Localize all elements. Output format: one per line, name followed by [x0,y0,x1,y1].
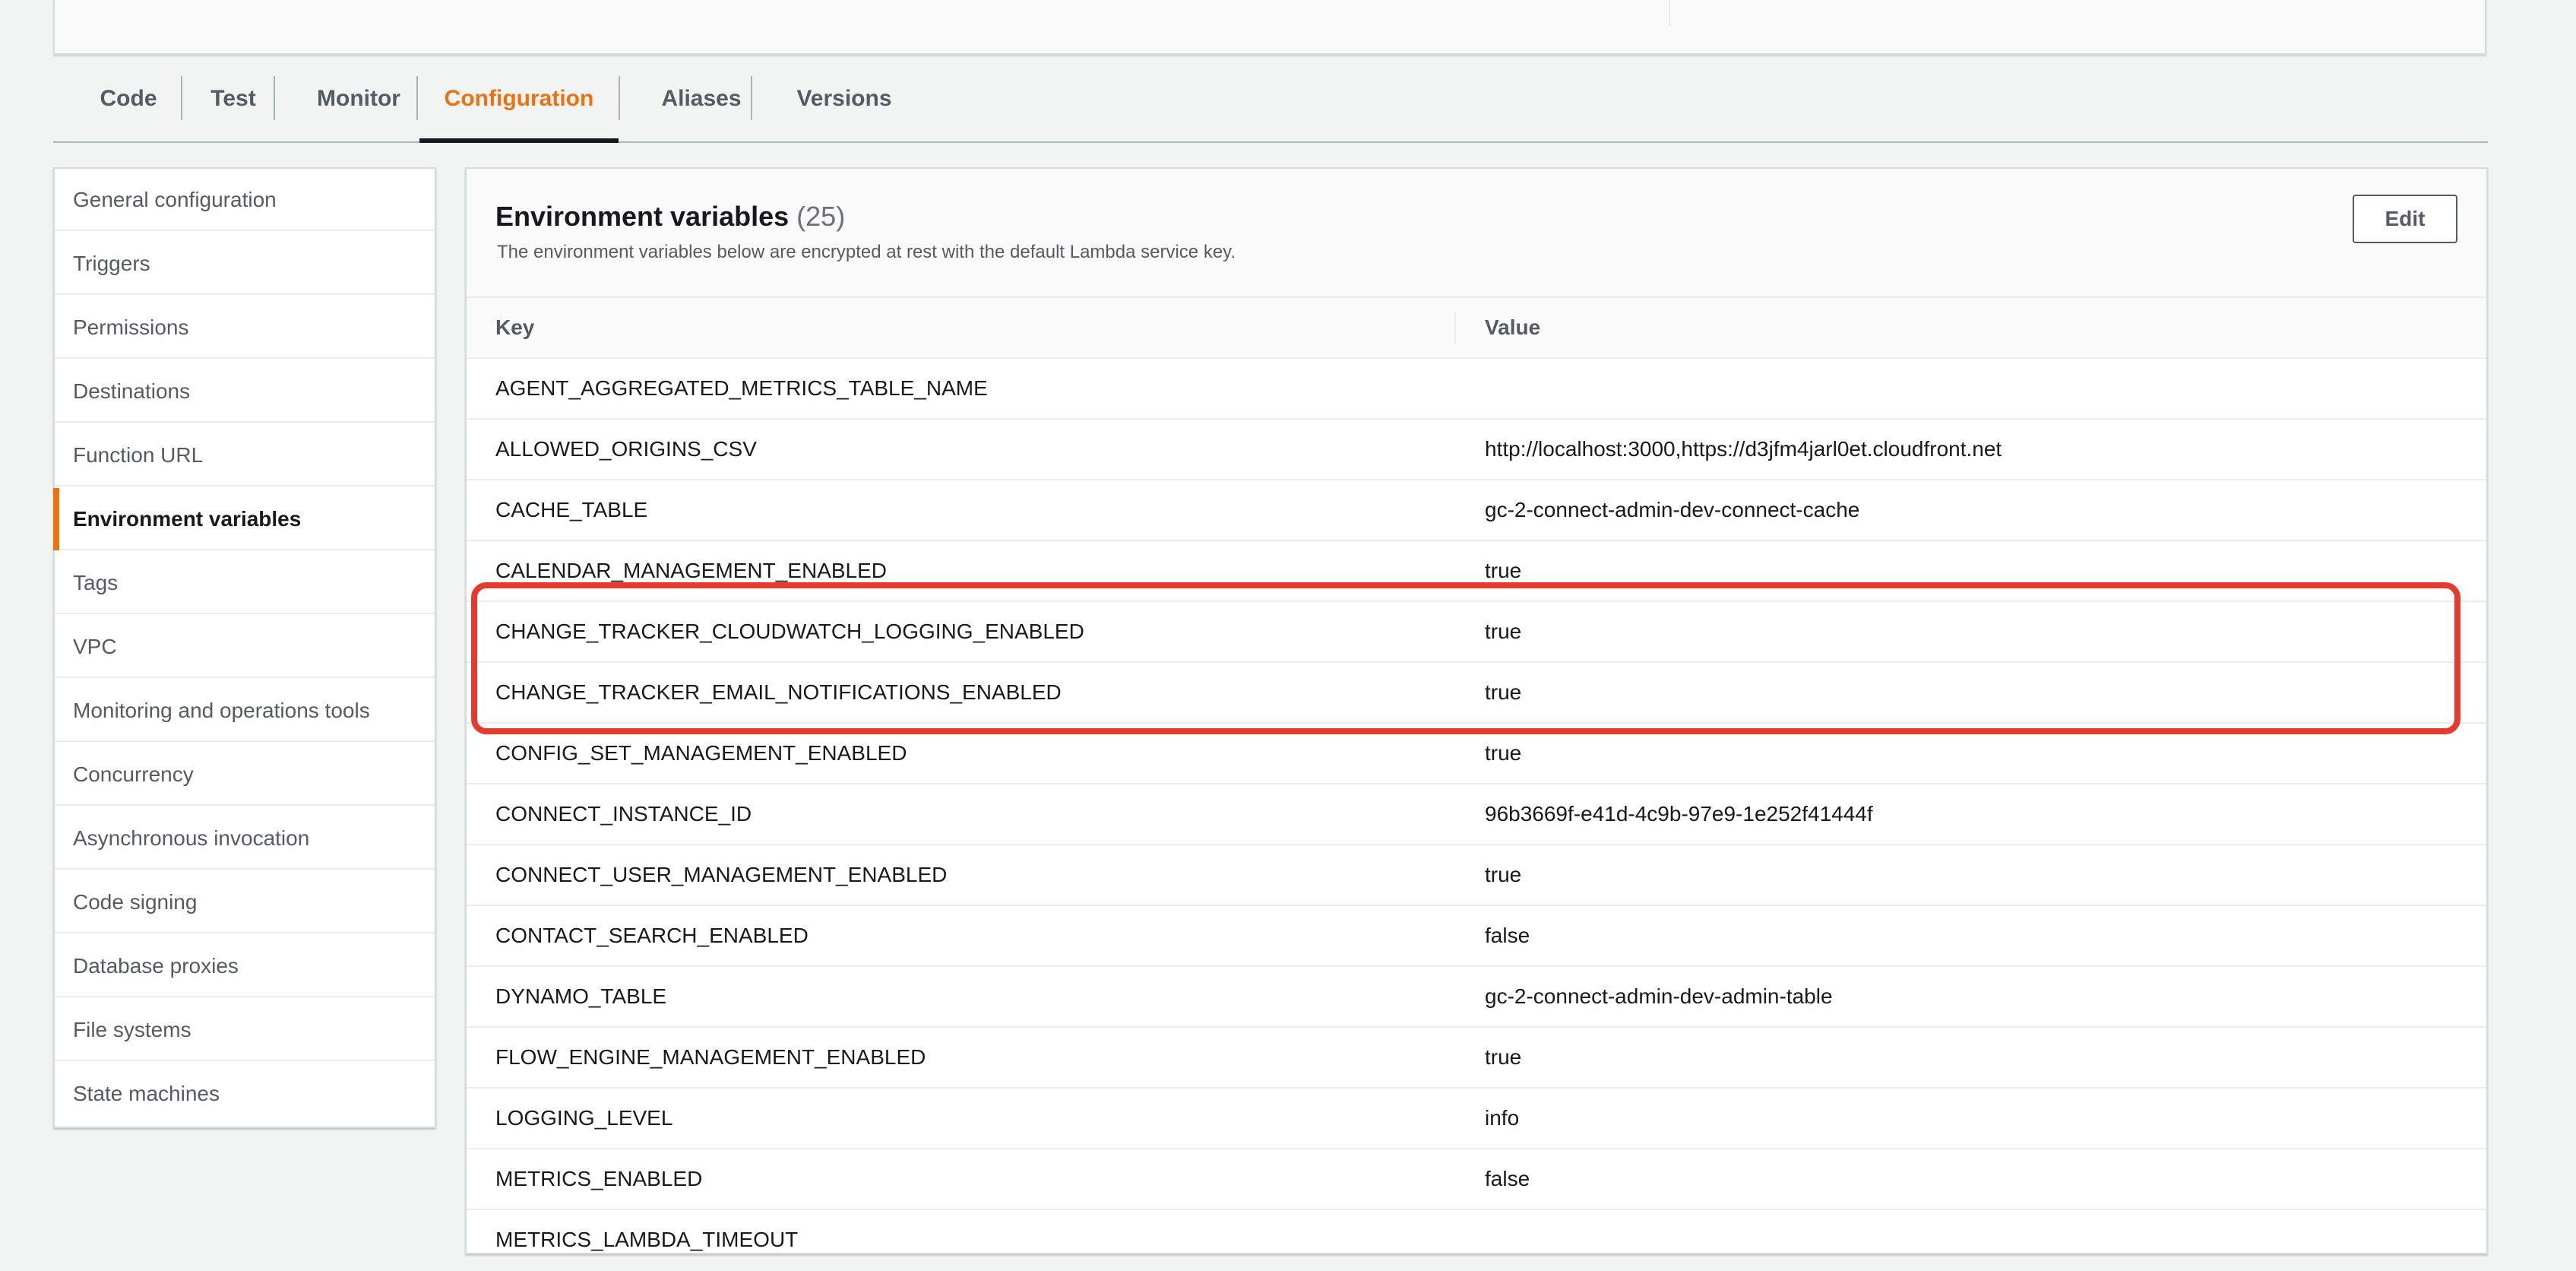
table-row: CONNECT_USER_MANAGEMENT_ENABLED true [467,845,2486,906]
table-row: METRICS_ENABLED false [467,1149,2486,1210]
function-tabs: Code Test Monitor Configuration Aliases … [53,65,2488,143]
env-value: gc-2-connect-admin-dev-connect-cache [1485,498,1860,521]
env-value: 96b3669f-e41d-4c9b-97e9-1e252f41444f [1485,802,1873,826]
env-value: http://localhost:3000,https://d3jfm4jarl… [1485,437,2002,461]
tab-separator [751,76,752,120]
panel-title-text: Environment variables [495,201,790,232]
sidebar-item-permissions[interactable]: Permissions [55,296,435,359]
env-key: DYNAMO_TABLE [495,984,667,1008]
column-header-value[interactable]: Value [1485,298,1540,357]
env-value: false [1485,1167,1530,1190]
env-key: LOGGING_LEVEL [495,1106,673,1130]
tab-monitor[interactable]: Monitor [286,65,432,141]
tab-code[interactable]: Code [87,65,170,141]
env-value: false [1485,924,1530,947]
sidebar-item-environment-variables[interactable]: Environment variables [53,488,435,550]
panel-description: The environment variables below are encr… [497,242,1236,262]
sidebar-item-concurrency[interactable]: Concurrency [55,743,435,806]
sidebar-item-vpc[interactable]: VPC [55,616,435,678]
env-key: CONFIG_SET_MANAGEMENT_ENABLED [495,741,907,765]
variable-count: (25) [796,201,846,232]
table-row: CHANGE_TRACKER_CLOUDWATCH_LOGGING_ENABLE… [467,602,2486,663]
sidebar-item-triggers[interactable]: Triggers [55,233,435,295]
env-value: true [1485,741,1522,765]
env-value: info [1485,1106,1520,1130]
env-key: METRICS_ENABLED [495,1167,703,1190]
sidebar-item-function-url[interactable]: Function URL [55,424,435,487]
env-key: CHANGE_TRACKER_CLOUDWATCH_LOGGING_ENABLE… [495,620,1084,643]
env-value: true [1485,1045,1522,1069]
tab-separator [619,76,620,120]
tab-separator [416,76,418,120]
env-key: AGENT_AGGREGATED_METRICS_TABLE_NAME [495,376,988,400]
table-row: CACHE_TABLE gc-2-connect-admin-dev-conne… [467,480,2486,541]
env-key: METRICS_LAMBDA_TIMEOUT [495,1228,799,1251]
sidebar-item-destinations[interactable]: Destinations [55,360,435,423]
sidebar-item-tags[interactable]: Tags [55,552,435,614]
tab-aliases[interactable]: Aliases [632,65,771,141]
table-row: ALLOWED_ORIGINS_CSV http://localhost:300… [467,420,2486,480]
table-row: CONTACT_SEARCH_ENABLED false [467,906,2486,967]
environment-variables-panel: Environment variables (25) The environme… [465,167,2488,1254]
table-row: METRICS_LAMBDA_TIMEOUT [467,1210,2486,1271]
env-value: true [1485,680,1522,704]
tab-test[interactable]: Test [193,65,274,141]
table-row: CONNECT_INSTANCE_ID 96b3669f-e41d-4c9b-9… [467,784,2486,845]
env-key: ALLOWED_ORIGINS_CSV [495,437,757,461]
panel-title: Environment variables (25) [495,201,845,233]
env-key: CONNECT_USER_MANAGEMENT_ENABLED [495,863,948,886]
sidebar-item-file-systems[interactable]: File systems [55,999,435,1061]
function-overview-card [53,0,2486,55]
table-row: CALENDAR_MANAGEMENT_ENABLED true [467,541,2486,602]
env-key: CONTACT_SEARCH_ENABLED [495,924,809,947]
env-key: CONNECT_INSTANCE_ID [495,802,752,826]
env-key: CHANGE_TRACKER_EMAIL_NOTIFICATIONS_ENABL… [495,680,1062,704]
sidebar-item-async-invocation[interactable]: Asynchronous invocation [55,807,435,870]
table-row: LOGGING_LEVEL info [467,1089,2486,1149]
column-divider [1454,312,1456,344]
tab-separator [274,76,275,120]
table-row: CONFIG_SET_MANAGEMENT_ENABLED true [467,724,2486,784]
table-row: AGENT_AGGREGATED_METRICS_TABLE_NAME [467,359,2486,420]
table-header [467,298,2486,359]
sidebar-item-monitoring[interactable]: Monitoring and operations tools [55,680,435,742]
configuration-sidebar: General configuration Triggers Permissio… [53,167,436,1128]
sidebar-item-database-proxies[interactable]: Database proxies [55,935,435,997]
env-value: true [1485,620,1522,643]
env-value: gc-2-connect-admin-dev-admin-table [1485,984,1833,1008]
sidebar-item-state-machines[interactable]: State machines [55,1063,435,1125]
env-key: FLOW_ENGINE_MANAGEMENT_ENABLED [495,1045,926,1069]
card-divider [1669,0,1670,26]
sidebar-item-general-configuration[interactable]: General configuration [55,169,435,231]
panel-header: Environment variables (25) The environme… [467,169,2486,298]
env-key: CACHE_TABLE [495,498,648,521]
edit-button[interactable]: Edit [2353,195,2457,243]
tab-versions[interactable]: Versions [764,65,924,141]
table-row: FLOW_ENGINE_MANAGEMENT_ENABLED true [467,1028,2486,1089]
env-value: true [1485,863,1522,886]
sidebar-item-code-signing[interactable]: Code signing [55,871,435,933]
tab-separator [181,76,182,120]
tab-configuration[interactable]: Configuration [419,65,619,143]
table-row: CHANGE_TRACKER_EMAIL_NOTIFICATIONS_ENABL… [467,663,2486,724]
env-value: true [1485,559,1522,582]
table-row: DYNAMO_TABLE gc-2-connect-admin-dev-admi… [467,967,2486,1028]
env-key: CALENDAR_MANAGEMENT_ENABLED [495,559,888,582]
column-header-key[interactable]: Key [495,298,534,357]
